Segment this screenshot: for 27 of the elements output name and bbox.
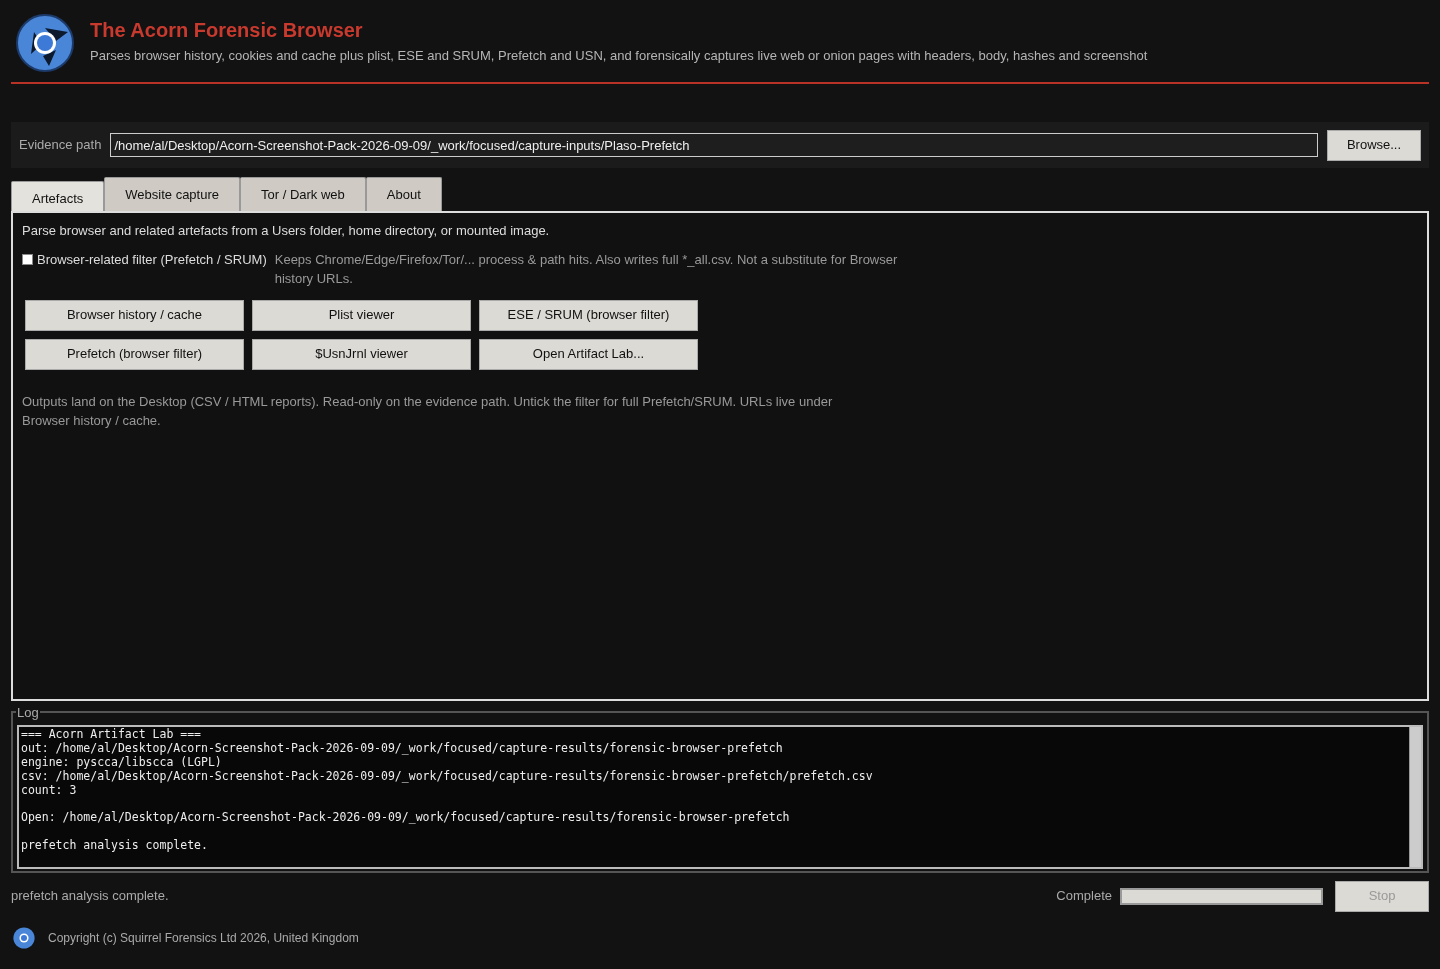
- outputs-note: Outputs land on the Desktop (CSV / HTML reports). Read-only on the evidence path. Untick the filter for full Prefetch/SRUM. URLs live under Browser history / cache.: [22, 392, 834, 430]
- logo-icon: [16, 14, 74, 72]
- app-title: The Acorn Forensic Browser: [90, 18, 364, 42]
- app-subtitle: Parses browser history, cookies and cache plus plist, ESE and SRUM, Prefetch and USN, and forensically captures live web or onion pages with headers, body, hashes and screenshot: [90, 47, 1148, 65]
- tab[interactable]: Artefacts: [11, 181, 105, 211]
- progress-label: Complete: [1056, 887, 1112, 906]
- evidence-path-field[interactable]: /home/al/Desktop/Acorn-Screenshot-Pack-2026-09-09/_work/focused/capture-inputs/Plaso-Prefetch: [110, 133, 1318, 157]
- copyright-text: Copyright (c) Squirrel Forensics Ltd 2026, United Kingdom: [48, 930, 359, 947]
- log-output: === Acorn Artifact Lab === out: /home/al/Desktop/Acorn-Screenshot-Pack-2026-09-09/_work/focused/capture-results/forensic-browser-prefetch engine: pyscca/libscca (LGPL) csv: /home/al/Desktop/Acorn-Screenshot-Pack-2026-09-09/_work/focused/capture-results/forensic-browser-prefetch/prefetch.csv count: 3 Open: /home/al/Desktop/Acorn-Screenshot-Pack-2026-09-09/_work/focused/capture-results/forensic-browser-prefetch prefetch analysis complete.: [17, 725, 1423, 869]
- status-message: prefetch analysis complete.: [11, 887, 169, 906]
- action-button[interactable]: ESE / SRUM (browser filter): [479, 299, 698, 331]
- action-button[interactable]: $UsnJrnl viewer: [252, 338, 471, 370]
- tab[interactable]: Website capture: [104, 177, 240, 211]
- action-button[interactable]: Browser history / cache: [25, 299, 244, 331]
- tab[interactable]: Tor / Dark web: [240, 177, 366, 211]
- intro-text: Parse browser and related artefacts from a Users folder, home directory, or mounted image.: [22, 222, 551, 240]
- action-button[interactable]: Plist viewer: [252, 299, 471, 331]
- tab[interactable]: About: [365, 177, 442, 211]
- browse-button[interactable]: Browse...: [1327, 129, 1421, 161]
- logo-icon: [13, 927, 35, 949]
- evidence-path-label: Evidence path: [19, 136, 102, 155]
- filter-hint: Keeps Chrome/Edge/Firefox/Tor/... process & path hits. Also writes full *_all.csv. Not a substitute for Browser history URLs.: [274, 250, 899, 288]
- filter-checkbox[interactable]: Browser-related filter (Prefetch / SRUM): [22, 240, 267, 279]
- action-button[interactable]: Prefetch (browser filter): [25, 338, 244, 370]
- action-button[interactable]: Open Artifact Lab...: [479, 338, 698, 370]
- checkbox-icon[interactable]: [22, 254, 33, 265]
- scrollbar[interactable]: [1409, 727, 1421, 867]
